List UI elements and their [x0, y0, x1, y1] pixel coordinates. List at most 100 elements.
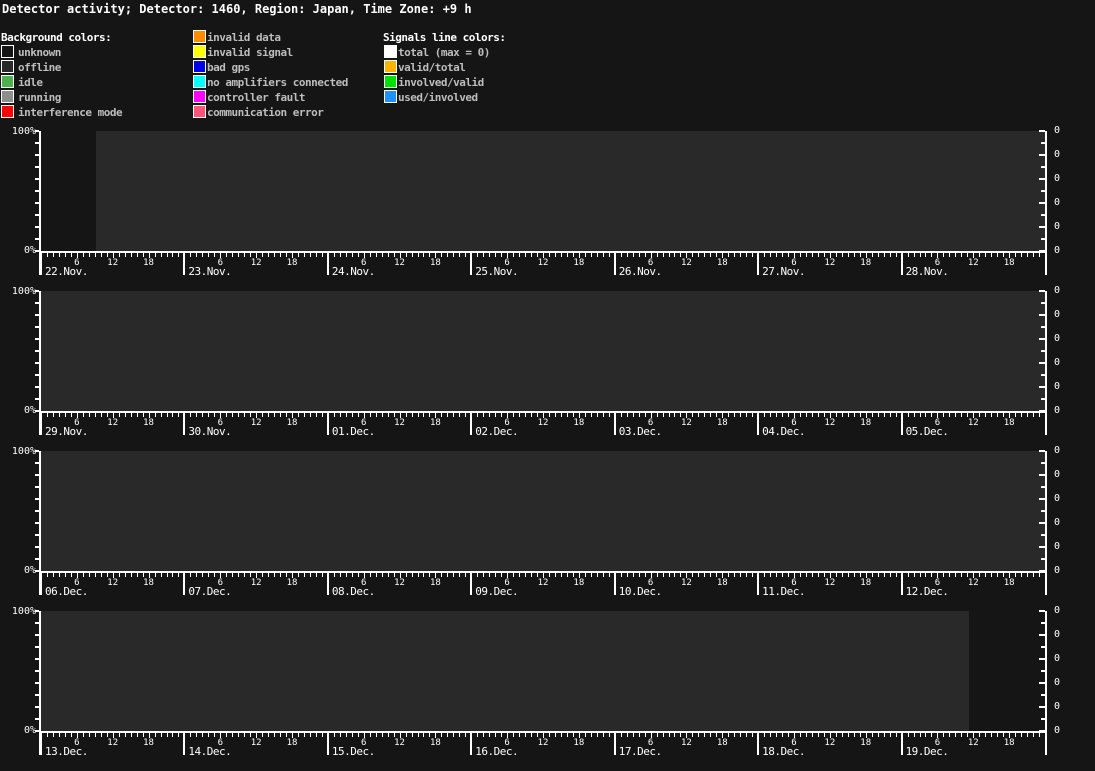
- plot-area: [41, 131, 1045, 251]
- hour-tick: [645, 253, 646, 257]
- hour-tick: [65, 573, 66, 577]
- y-right-zero-label: 0: [1054, 725, 1060, 737]
- hour-tick: [776, 413, 777, 417]
- hour-tick: [447, 733, 448, 737]
- date-label: 26.Nov.: [619, 265, 662, 278]
- hour-tick: [806, 733, 807, 737]
- hour-tick: [746, 253, 747, 257]
- hour-tick: [274, 573, 275, 577]
- y-right-zero-label: 0: [1054, 149, 1060, 161]
- hour-tick: [645, 733, 646, 737]
- hour-tick: [1003, 253, 1004, 257]
- hour-tick: [101, 573, 102, 577]
- hour-tick: [997, 573, 998, 577]
- hour-tick: [764, 413, 765, 417]
- hour-tick: [131, 733, 132, 737]
- hour-tick-label: 18: [569, 738, 589, 748]
- y-tick-right: [1041, 694, 1045, 696]
- y-label-0: 0%: [0, 725, 36, 736]
- hour-tick: [310, 413, 311, 417]
- hour-tick: [836, 413, 837, 417]
- hour-tick: [334, 733, 335, 737]
- communication-error-swatch: [193, 105, 206, 118]
- hour-tick-label: 12: [533, 418, 553, 428]
- date-label: 10.Dec.: [619, 585, 662, 598]
- hour-tick-label: 18: [569, 418, 589, 428]
- hour-tick: [979, 733, 980, 737]
- hour-tick: [167, 253, 168, 257]
- hour-tick: [848, 733, 849, 737]
- hour-tick: [704, 413, 705, 417]
- hour-tick: [53, 253, 54, 257]
- hour-tick: [633, 253, 634, 257]
- bad-gps-swatch: [193, 60, 206, 73]
- y-right-zero-label: 0: [1054, 605, 1060, 617]
- day-boundary-tick: [40, 411, 42, 435]
- hour-tick: [860, 733, 861, 737]
- hour-tick: [459, 573, 460, 577]
- hour-tick: [167, 573, 168, 577]
- hour-tick: [782, 413, 783, 417]
- hour-tick: [59, 573, 60, 577]
- hour-tick-label: 18: [999, 738, 1019, 748]
- y-tick-right: [1039, 338, 1045, 340]
- hour-tick: [406, 573, 407, 577]
- hour-tick: [143, 733, 144, 737]
- hour-tick: [501, 733, 502, 737]
- hour-tick: [83, 573, 84, 577]
- hour-tick: [119, 733, 120, 737]
- hour-tick-label: 12: [390, 578, 410, 588]
- hour-tick: [196, 733, 197, 737]
- hour-tick: [692, 413, 693, 417]
- hour-tick: [334, 253, 335, 257]
- hour-tick: [143, 573, 144, 577]
- hour-tick: [250, 253, 251, 257]
- hour-tick: [161, 733, 162, 737]
- hour-tick: [226, 413, 227, 417]
- day-boundary-tick: [470, 571, 472, 595]
- hour-tick: [770, 253, 771, 257]
- offline-fill: [96, 131, 1045, 251]
- y-tick-right: [1041, 302, 1045, 304]
- legend-label-communication-error: communication error: [207, 106, 323, 119]
- hour-tick: [489, 413, 490, 417]
- date-label: 15.Dec.: [332, 745, 375, 758]
- hour-tick: [495, 573, 496, 577]
- hour-tick: [669, 573, 670, 577]
- hour-tick: [202, 733, 203, 737]
- plot-area: [41, 451, 1045, 571]
- hour-tick: [310, 573, 311, 577]
- y-tick-left: [35, 362, 39, 364]
- hour-tick: [316, 413, 317, 417]
- hour-tick: [298, 733, 299, 737]
- hour-tick: [549, 413, 550, 417]
- hour-tick: [459, 733, 460, 737]
- hour-tick: [645, 573, 646, 577]
- hour-tick: [262, 413, 263, 417]
- legend-label-bad-gps: bad gps: [207, 61, 250, 74]
- y-tick-left: [35, 350, 39, 352]
- hour-tick: [573, 253, 574, 257]
- hour-tick: [531, 253, 532, 257]
- y-tick-left: [35, 510, 39, 512]
- hour-tick: [549, 573, 550, 577]
- hour-tick: [597, 573, 598, 577]
- hour-tick: [376, 733, 377, 737]
- hour-tick: [567, 573, 568, 577]
- hour-tick: [680, 253, 681, 257]
- hour-tick: [172, 573, 173, 577]
- hour-tick: [310, 253, 311, 257]
- y-tick-left: [35, 534, 39, 536]
- hour-tick: [698, 253, 699, 257]
- y-tick-right: [1041, 718, 1045, 720]
- hour-tick: [382, 573, 383, 577]
- hour-tick: [459, 253, 460, 257]
- hour-tick-label: 18: [139, 258, 159, 268]
- hour-tick-label: 12: [820, 258, 840, 268]
- hour-tick: [698, 733, 699, 737]
- y-label-0: 0%: [0, 405, 36, 416]
- hour-tick: [848, 573, 849, 577]
- hour-tick: [161, 573, 162, 577]
- hour-tick: [627, 413, 628, 417]
- hour-tick-label: 12: [963, 738, 983, 748]
